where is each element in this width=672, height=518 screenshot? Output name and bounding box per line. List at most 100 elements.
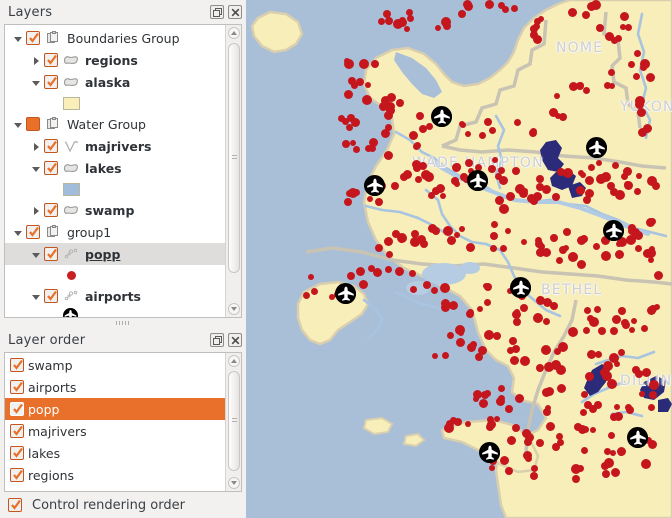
layer-row-regions[interactable]: regions xyxy=(5,49,225,71)
layer-order-item-swamp[interactable]: swamp xyxy=(5,354,225,376)
population-point xyxy=(557,384,566,393)
layer-order-scrollbar[interactable] xyxy=(225,353,241,491)
scroll-down-icon[interactable] xyxy=(228,477,240,489)
layer-row-swamp[interactable]: swamp xyxy=(5,199,225,221)
layers-tree[interactable]: Boundaries Groupregionsalaska Water Group… xyxy=(5,25,225,317)
layer-row-lakes[interactable]: lakes xyxy=(5,157,225,179)
population-point xyxy=(563,228,571,236)
chevron-down-icon[interactable] xyxy=(13,27,26,49)
chevron-right-icon[interactable] xyxy=(31,135,44,157)
population-point xyxy=(367,196,373,202)
layer-order-item-airports[interactable]: airports xyxy=(5,376,225,398)
population-point xyxy=(486,423,494,431)
chevron-right-icon[interactable] xyxy=(31,49,44,71)
layer-order-item-regions[interactable]: regions xyxy=(5,464,225,486)
layer-visibility-checkbox[interactable] xyxy=(44,203,58,217)
layer-group-row-water-group[interactable]: Water Group xyxy=(5,113,225,135)
population-point xyxy=(368,265,375,272)
layer-order-item-majrivers[interactable]: majrivers xyxy=(5,420,225,442)
population-point xyxy=(489,465,495,471)
population-point xyxy=(530,472,538,480)
layer-row-airports[interactable]: airports xyxy=(5,285,225,307)
layer-order-checkbox[interactable] xyxy=(10,446,24,460)
chevron-down-icon[interactable] xyxy=(31,243,44,265)
population-point xyxy=(583,87,590,94)
airport-marker xyxy=(335,283,356,304)
layer-order-label: majrivers xyxy=(28,424,87,439)
layer-visibility-checkbox[interactable] xyxy=(44,289,58,303)
line-icon xyxy=(62,138,80,154)
chevron-right-icon[interactable] xyxy=(31,199,44,221)
population-point xyxy=(642,368,651,377)
layer-order-item-lakes[interactable]: lakes xyxy=(5,442,225,464)
legend-color-swatch xyxy=(63,97,80,110)
float-icon[interactable] xyxy=(210,333,224,347)
chevron-down-icon[interactable] xyxy=(31,157,44,179)
layer-visibility-checkbox[interactable] xyxy=(26,225,40,239)
close-icon[interactable] xyxy=(228,333,242,347)
population-point xyxy=(512,424,520,432)
population-point xyxy=(484,118,492,126)
population-point xyxy=(556,365,566,375)
layer-order-checkbox[interactable] xyxy=(10,424,24,438)
layer-row-majrivers[interactable]: majrivers xyxy=(5,135,225,157)
layer-order-checkbox[interactable] xyxy=(10,358,24,372)
group-label: group1 xyxy=(67,225,111,240)
population-point xyxy=(393,19,403,29)
population-point xyxy=(342,140,350,148)
airport-marker xyxy=(586,137,607,158)
float-icon[interactable] xyxy=(210,5,224,19)
control-rendering-order-checkbox[interactable] xyxy=(8,498,22,512)
scroll-up-icon[interactable] xyxy=(228,355,240,367)
layer-order-checkbox[interactable] xyxy=(10,380,24,394)
layer-visibility-checkbox[interactable] xyxy=(26,117,40,131)
population-point xyxy=(453,163,461,171)
layer-visibility-checkbox[interactable] xyxy=(44,161,58,175)
population-point xyxy=(615,35,622,42)
population-point xyxy=(385,17,393,25)
chevron-down-icon[interactable] xyxy=(31,285,44,307)
population-point xyxy=(479,399,488,408)
layer-row-popp[interactable]: popp xyxy=(5,243,225,265)
dock-splitter[interactable] xyxy=(0,318,246,328)
population-point xyxy=(442,352,449,359)
scrollbar-thumb[interactable] xyxy=(228,371,240,471)
scroll-up-icon[interactable] xyxy=(228,27,240,39)
chevron-down-icon[interactable] xyxy=(13,221,26,243)
population-point xyxy=(499,204,509,214)
polygon-icon xyxy=(62,74,80,90)
layer-row-alaska[interactable]: alaska xyxy=(5,71,225,93)
population-point xyxy=(582,11,590,19)
layer-visibility-checkbox[interactable] xyxy=(44,53,58,67)
population-point xyxy=(568,252,578,262)
layer-order-item-popp[interactable]: popp xyxy=(5,398,225,420)
population-point xyxy=(395,267,404,276)
layer-order-checkbox[interactable] xyxy=(10,468,24,482)
layer-visibility-checkbox[interactable] xyxy=(44,139,58,153)
population-point xyxy=(348,188,358,198)
population-point xyxy=(618,349,625,356)
layer-visibility-checkbox[interactable] xyxy=(44,247,58,261)
population-point xyxy=(359,59,369,69)
control-rendering-order-row[interactable]: Control rendering order xyxy=(0,492,246,518)
chevron-down-icon[interactable] xyxy=(13,113,26,135)
population-point xyxy=(344,90,353,99)
scroll-down-icon[interactable] xyxy=(228,303,240,315)
close-icon[interactable] xyxy=(228,5,242,19)
population-point xyxy=(495,173,502,180)
chevron-down-icon[interactable] xyxy=(31,71,44,93)
layers-scrollbar[interactable] xyxy=(225,25,241,317)
point-symbol-icon xyxy=(67,271,76,280)
layer-visibility-checkbox[interactable] xyxy=(44,75,58,89)
scrollbar-thumb[interactable] xyxy=(228,43,240,273)
map-canvas[interactable]: NOMEYUKONWADE HAMPTONBETHELDILLIN xyxy=(246,0,672,518)
layer-group-row-boundaries-group[interactable]: Boundaries Group xyxy=(5,27,225,49)
population-point xyxy=(344,59,354,69)
legend-swatch-row xyxy=(5,179,225,199)
population-point xyxy=(524,438,532,446)
layer-order-list[interactable]: swampairportspopp majrivers lakesregions xyxy=(5,353,225,491)
population-point xyxy=(351,82,358,89)
layer-group-row-group1[interactable]: group1 xyxy=(5,221,225,243)
layer-visibility-checkbox[interactable] xyxy=(26,31,40,45)
layer-order-checkbox[interactable] xyxy=(10,402,24,416)
